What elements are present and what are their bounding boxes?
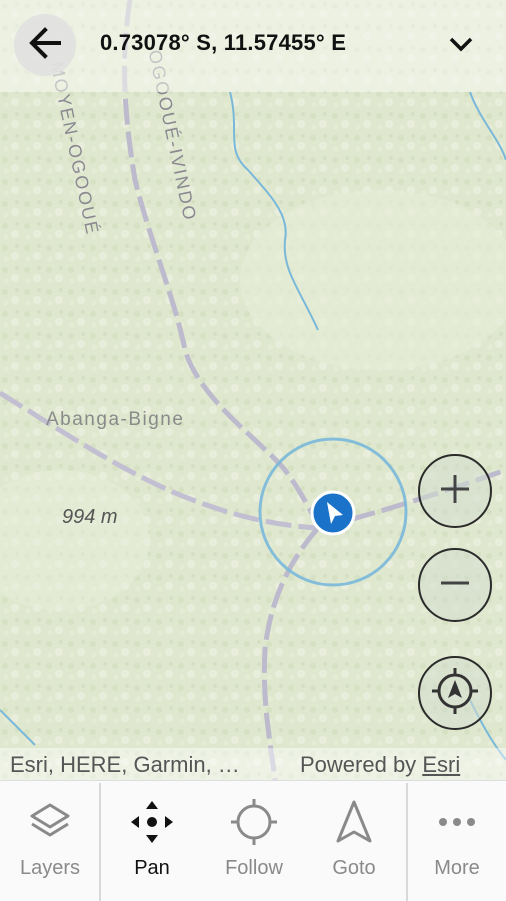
tool-goto[interactable]: Goto [304,781,404,901]
elevation-label: 994 m [62,506,118,528]
back-button[interactable] [14,14,76,76]
tool-goto-label: Goto [332,857,376,879]
bottom-toolbar: Layers Pan Follow Goto More [0,780,506,901]
powered-by-text: Powered by [300,752,417,777]
tool-more-label: More [434,857,480,879]
tool-layers[interactable]: Layers [0,781,100,901]
attribution-sources[interactable]: Esri, HERE, Garmin, … [10,752,240,778]
minus-icon [438,566,472,605]
zoom-in-button[interactable] [418,454,492,528]
tool-follow[interactable]: Follow [204,781,304,901]
arrow-left-icon [25,23,65,68]
map-attribution: Esri, HERE, Garmin, … Powered by Esri [0,748,506,780]
tool-pan[interactable]: Pan [102,781,202,901]
compass-button[interactable] [418,656,492,730]
powered-by: Powered by Esri [300,752,460,778]
chevron-down-icon [447,34,475,59]
tool-pan-label: Pan [134,857,170,879]
coordinates-text: 0.73078° S, 11.57455° E [100,30,347,55]
pan-icon [129,799,175,845]
more-icon [437,799,477,845]
tool-follow-label: Follow [225,857,283,879]
toolbar-divider [99,783,101,901]
plus-icon [438,472,472,511]
esri-link[interactable]: Esri [422,752,460,777]
follow-icon [229,799,279,845]
zoom-out-button[interactable] [418,548,492,622]
compass-icon [430,666,480,721]
tool-layers-label: Layers [19,857,81,879]
place-label: Abanga-Bigne [46,409,185,430]
layers-icon [28,799,72,845]
expand-button[interactable] [444,30,478,62]
goto-icon [334,799,374,845]
tool-more[interactable]: More [408,781,506,901]
location-marker-icon [310,490,356,536]
